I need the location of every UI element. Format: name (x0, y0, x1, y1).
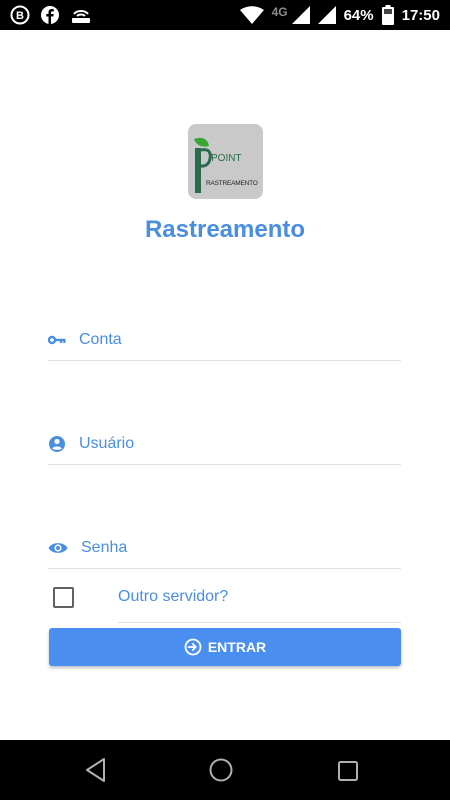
entrar-label: ENTRAR (207, 639, 267, 655)
login-icon (184, 638, 202, 656)
network-type: 4G (271, 5, 288, 19)
status-bar: B 4G 64% 17:50 (0, 0, 450, 30)
page-title: Rastreamento (144, 216, 306, 243)
conta-field[interactable] (48, 320, 401, 361)
facebook-icon (41, 6, 59, 24)
other-server-label[interactable]: Outro servidor? (118, 588, 228, 606)
conta-input[interactable] (79, 331, 379, 349)
router-icon (72, 10, 90, 23)
logo-text-point: POINT (211, 153, 242, 164)
other-server-divider (118, 622, 401, 623)
entrar-button[interactable]: ENTRAR (49, 628, 401, 666)
other-server-checkbox[interactable] (53, 587, 74, 608)
clock: 17:50 (401, 6, 440, 24)
wifi-icon (239, 6, 264, 24)
account-circle-icon (49, 436, 65, 452)
usuario-field[interactable] (48, 424, 401, 465)
battery-icon (381, 5, 394, 25)
signal-icon (291, 6, 310, 24)
eye-icon (48, 543, 68, 553)
key-icon (48, 335, 66, 345)
app-logo: POINT RASTREAMENTO (188, 124, 263, 199)
b-circle-icon: B (10, 5, 30, 25)
svg-text:B: B (16, 10, 24, 22)
recents-icon[interactable] (336, 759, 360, 783)
senha-input[interactable] (81, 539, 381, 557)
senha-field[interactable] (48, 528, 401, 569)
usuario-input[interactable] (79, 435, 379, 453)
battery-percent: 64% (343, 6, 374, 24)
home-icon[interactable] (208, 757, 234, 783)
signal-icon-2 (317, 6, 336, 24)
navigation-bar (0, 740, 450, 800)
logo-text-rastreamento: RASTREAMENTO (206, 180, 258, 187)
back-icon[interactable] (84, 757, 108, 783)
